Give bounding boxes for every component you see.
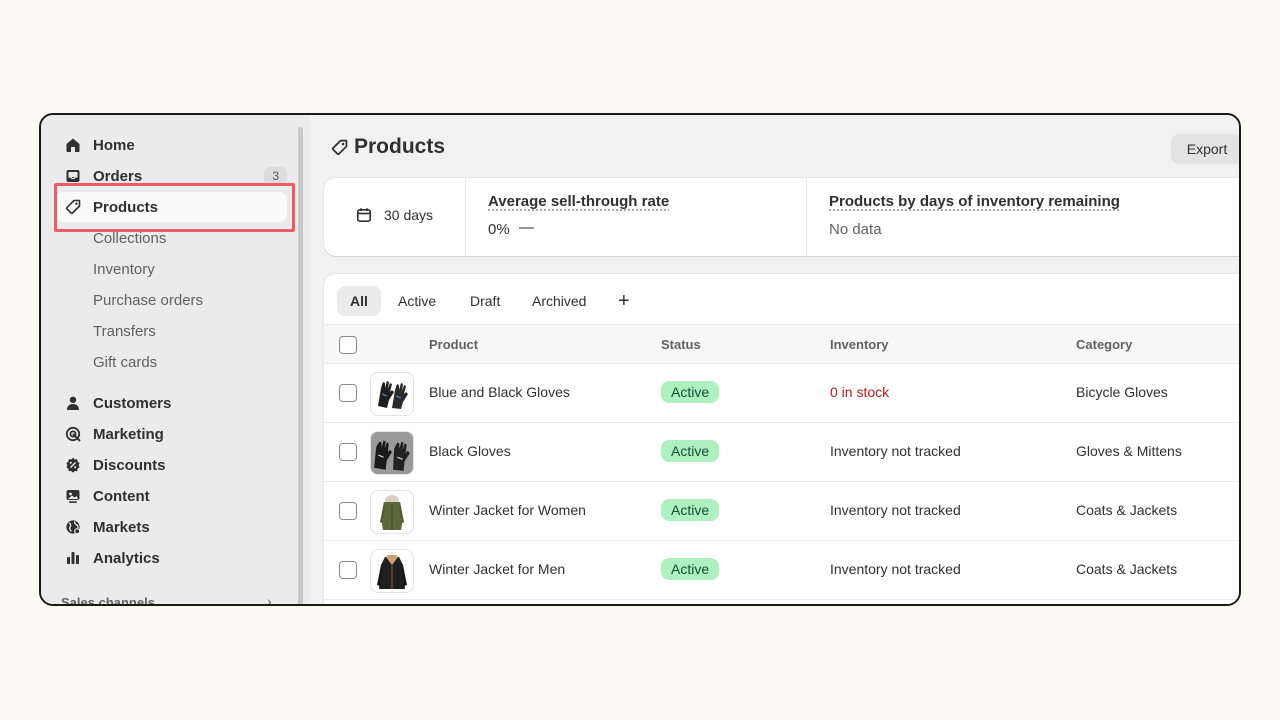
tab-active[interactable]: Active — [385, 286, 449, 316]
product-name[interactable]: Blue and Black Gloves — [429, 384, 570, 400]
sidebar-subitem-collections[interactable]: Collections — [93, 230, 166, 247]
date-range-label: 30 days — [384, 207, 434, 223]
row-checkbox[interactable] — [339, 443, 357, 461]
chevron-right-icon[interactable]: › — [267, 593, 272, 604]
inbox-icon — [63, 166, 83, 186]
sidebar-item-label: Analytics — [93, 549, 160, 567]
inventory-value: Inventory not tracked — [830, 502, 961, 518]
product-name[interactable]: Black Gloves — [429, 443, 511, 459]
image-icon — [63, 486, 83, 506]
sidebar-subitem-purchase-orders[interactable]: Purchase orders — [93, 292, 203, 309]
sidebar-subitem-inventory[interactable]: Inventory — [93, 261, 155, 278]
table-row[interactable]: Black Gloves Active Inventory not tracke… — [324, 423, 1239, 482]
export-button[interactable]: Export — [1171, 134, 1239, 164]
sidebar-item-label: Content — [93, 487, 150, 505]
page-title-text: Products — [354, 135, 446, 158]
target-icon — [63, 424, 83, 444]
analytics-summary-card: 30 days Average sell-through rate 0% — P… — [324, 178, 1239, 256]
table-row[interactable]: Blue and Black Gloves Active 0 in stock … — [324, 364, 1239, 423]
products-table-card: All Active Draft Archived + Product Stat… — [324, 274, 1239, 604]
product-name[interactable]: Winter Jacket for Women — [429, 502, 586, 518]
inventory-days-title[interactable]: Products by days of inventory remaining — [829, 193, 1120, 210]
stat-divider — [806, 178, 807, 256]
sidebar-item-label: Products — [93, 198, 159, 216]
sidebar-item-markets[interactable]: Markets — [55, 512, 287, 542]
table-header: Product Status Inventory Category — [324, 324, 1239, 364]
sidebar-item-label: Discounts — [93, 456, 166, 474]
sidebar-item-label: Orders — [93, 167, 143, 185]
date-range-button[interactable]: 30 days — [356, 207, 433, 223]
discount-icon — [63, 455, 83, 475]
sidebar-subitem-transfers[interactable]: Transfers — [93, 323, 156, 340]
sidebar-scrollbar[interactable] — [298, 127, 303, 604]
product-thumbnail — [370, 549, 414, 593]
column-header-inventory[interactable]: Inventory — [830, 337, 889, 352]
mens-jacket-image-icon — [377, 555, 407, 589]
sales-channels-heading[interactable]: Sales channels — [61, 595, 155, 604]
gloves-image-icon — [378, 381, 408, 409]
stat-divider — [465, 178, 466, 256]
sidebar-item-content[interactable]: Content — [55, 481, 287, 511]
sidebar-item-discounts[interactable]: Discounts — [55, 450, 287, 480]
status-badge: Active — [661, 381, 720, 403]
tab-draft[interactable]: Draft — [457, 286, 513, 316]
product-name[interactable]: Winter Jacket for Men — [429, 561, 565, 577]
inventory-value: 0 in stock — [830, 384, 890, 400]
sidebar: Home Orders 3 Products Collections Inven… — [41, 115, 301, 604]
sell-through-value: 0% — [488, 221, 510, 238]
sidebar-item-label: Markets — [93, 518, 150, 536]
tab-archived[interactable]: Archived — [519, 286, 599, 316]
app-window: Home Orders 3 Products Collections Inven… — [39, 113, 1241, 606]
sell-through-trend: — — [519, 219, 534, 236]
product-thumbnail — [370, 431, 414, 475]
orders-count-badge: 3 — [264, 167, 287, 185]
sidebar-item-label: Customers — [93, 394, 172, 412]
sidebar-item-customers[interactable]: Customers — [55, 388, 287, 418]
status-badge: Active — [661, 440, 720, 462]
category-value: Coats & Jackets — [1076, 502, 1178, 518]
bar-chart-icon — [63, 548, 83, 568]
category-value: Gloves & Mittens — [1076, 443, 1182, 459]
sidebar-item-label: Home — [93, 136, 135, 154]
main-content: Products Export 30 days Average sell-thr… — [309, 115, 1239, 604]
sidebar-subitem-gift-cards[interactable]: Gift cards — [93, 354, 157, 371]
tag-icon — [331, 139, 348, 156]
sidebar-item-label: Marketing — [93, 425, 164, 443]
select-all-checkbox[interactable] — [339, 336, 357, 354]
sidebar-item-orders[interactable]: Orders 3 — [55, 161, 287, 191]
inventory-days-value: No data — [829, 221, 882, 238]
sidebar-item-products[interactable]: Products — [55, 192, 287, 222]
add-view-icon[interactable]: + — [618, 286, 630, 316]
column-header-category[interactable]: Category — [1076, 337, 1132, 352]
row-checkbox[interactable] — [339, 561, 357, 579]
table-row[interactable]: Winter Jacket for Women Active Inventory… — [324, 482, 1239, 541]
sell-through-title[interactable]: Average sell-through rate — [488, 193, 669, 210]
tab-all[interactable]: All — [337, 286, 381, 316]
person-icon — [63, 393, 83, 413]
table-row[interactable]: Winter Jacket for Men Active Inventory n… — [324, 541, 1239, 600]
product-thumbnail — [370, 372, 414, 416]
sidebar-item-analytics[interactable]: Analytics — [55, 543, 287, 573]
column-header-product[interactable]: Product — [429, 337, 478, 352]
sidebar-item-marketing[interactable]: Marketing — [55, 419, 287, 449]
row-checkbox[interactable] — [339, 384, 357, 402]
inventory-value: Inventory not tracked — [830, 443, 961, 459]
tag-icon — [63, 197, 83, 217]
womens-jacket-image-icon — [380, 495, 404, 530]
category-value: Coats & Jackets — [1076, 561, 1178, 577]
inventory-value: Inventory not tracked — [830, 561, 961, 577]
column-header-status[interactable]: Status — [661, 337, 701, 352]
gloves-image-icon — [371, 432, 413, 474]
status-badge: Active — [661, 499, 720, 521]
product-thumbnail — [370, 490, 414, 534]
page-title: Products — [331, 135, 445, 159]
row-checkbox[interactable] — [339, 502, 357, 520]
calendar-icon — [356, 207, 372, 223]
sidebar-item-home[interactable]: Home — [55, 130, 287, 160]
home-icon — [63, 135, 83, 155]
globe-icon — [63, 517, 83, 537]
status-badge: Active — [661, 558, 720, 580]
category-value: Bicycle Gloves — [1076, 384, 1168, 400]
